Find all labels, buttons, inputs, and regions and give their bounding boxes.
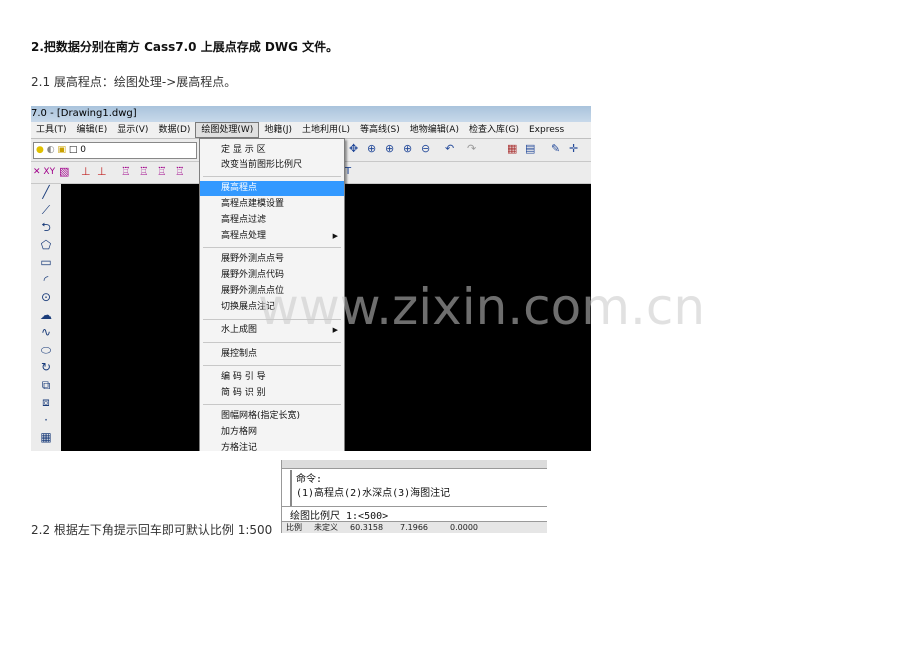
properties-icon[interactable]: ▦ xyxy=(507,139,517,159)
arc-icon[interactable]: ◜ xyxy=(31,272,61,290)
ucs-icon-2[interactable]: ♖ xyxy=(139,162,149,182)
sun-icon: ◐ xyxy=(46,145,55,155)
menu-separator xyxy=(203,404,341,405)
undo-icon[interactable]: ↶ xyxy=(445,139,454,159)
menu-drawing[interactable]: 绘图处理(W) xyxy=(195,122,260,138)
menu-tools[interactable]: 工具(T) xyxy=(31,122,72,138)
status-scale-value: 未定义 xyxy=(314,523,338,532)
zoom-realtime-icon[interactable]: ⊕ xyxy=(367,139,376,159)
tab-strip xyxy=(282,460,547,469)
pan-icon[interactable]: ✥ xyxy=(349,139,358,159)
layer-name: 0 xyxy=(80,145,86,155)
polygon-icon[interactable]: ⬠ xyxy=(31,237,61,255)
lock-icon: ▣ xyxy=(57,145,66,155)
cass-screenshot: 7.0 - [Drawing1.dwg] 工具(T) 编辑(E) 显示(V) 数… xyxy=(31,106,591,451)
zoom-previous-icon[interactable]: ⊖ xyxy=(421,139,430,159)
command-prompt: 命令: xyxy=(296,474,323,485)
make-block-icon[interactable]: ⧈ xyxy=(31,394,61,412)
menu-item-code-guide[interactable]: 编 码 引 导 xyxy=(200,370,344,385)
pen-icon[interactable]: ✎ xyxy=(551,139,560,159)
menu-feature-edit[interactable]: 地物编辑(A) xyxy=(405,122,464,138)
step-2-1-text: 2.1 展高程点：绘图处理->展高程点。 xyxy=(31,75,237,89)
menu-land-use[interactable]: 土地利用(L) xyxy=(297,122,355,138)
menu-item-field-point-positions[interactable]: 展野外测点点位 xyxy=(200,284,344,299)
menu-item-elevation-processing[interactable]: 高程点处理 ▶ xyxy=(200,229,344,244)
ellipse-icon[interactable]: ⬭ xyxy=(31,342,61,360)
polyline-icon[interactable]: ⮌ xyxy=(31,219,61,237)
point-icon[interactable]: · xyxy=(31,412,61,430)
command-options: (1)高程点(2)水深点(3)海图注记 xyxy=(296,488,451,499)
circle-icon[interactable]: ⊙ xyxy=(31,289,61,307)
status-bar: 比例 未定义 60.3158 7.1966 0.0000 xyxy=(282,521,547,533)
zoom-window-icon[interactable]: ⊕ xyxy=(385,139,394,159)
menu-item-field-point-numbers[interactable]: 展野外测点点号 xyxy=(200,252,344,267)
menu-separator xyxy=(203,319,341,320)
menu-express[interactable]: Express xyxy=(524,122,569,138)
status-coord-z: 0.0000 xyxy=(450,523,478,532)
text-tool-icon[interactable]: T xyxy=(345,162,351,182)
move-icon[interactable]: ✛ xyxy=(569,139,578,159)
ucs-icon-3[interactable]: ♖ xyxy=(157,162,167,182)
grid-icon[interactable]: ▤ xyxy=(525,139,535,159)
bulb-icon: ● xyxy=(36,145,44,155)
menu-data[interactable]: 数据(D) xyxy=(153,122,195,138)
menu-item-toggle-point-annotation[interactable]: 切换展点注记 xyxy=(200,300,344,315)
ucs-icon-4[interactable]: ♖ xyxy=(175,162,185,182)
draw-tool-palette: ╱ ⟋ ⮌ ⬠ ▭ ◜ ⊙ ☁ ∿ ⬭ ↻ ⧉ ⧈ · ▦ xyxy=(31,184,61,451)
command-input[interactable]: 绘图比例尺 1:<500> xyxy=(282,506,547,522)
menu-item-plot-control-points[interactable]: 展控制点 xyxy=(200,347,344,362)
menu-bar: 工具(T) 编辑(E) 显示(V) 数据(D) 绘图处理(W) 地籍(J) 土地… xyxy=(31,122,591,139)
menu-edit[interactable]: 编辑(E) xyxy=(72,122,113,138)
line-icon[interactable]: ╱ xyxy=(31,184,61,202)
menu-item-grid-annotation[interactable]: 方格注记 xyxy=(200,441,344,451)
menu-item-elevation-modeling-settings[interactable]: 高程点建模设置 xyxy=(200,197,344,212)
color-icon: □ xyxy=(68,145,78,155)
menu-item-plot-elevation-points[interactable]: 展高程点 xyxy=(200,181,344,196)
menu-item-elevation-filter[interactable]: 高程点过滤 xyxy=(200,213,344,228)
grid-xy-icon[interactable]: ▧ xyxy=(59,162,69,182)
construction-line-icon[interactable]: ⟋ xyxy=(31,202,61,220)
menu-separator xyxy=(203,342,341,343)
axis-z-icon[interactable]: ⊥ xyxy=(97,162,107,182)
status-coord-y: 7.1966 xyxy=(400,523,428,532)
window-title: 7.0 - [Drawing1.dwg] xyxy=(31,106,591,122)
menu-check[interactable]: 检查入库(G) xyxy=(464,122,524,138)
command-line-screenshot: 命令: (1)高程点(2)水深点(3)海图注记 绘图比例尺 1:<500> 比例… xyxy=(281,460,547,533)
zoom-in-icon[interactable]: ⊕ xyxy=(403,139,412,159)
menu-view[interactable]: 显示(V) xyxy=(112,122,153,138)
menu-item-field-point-codes[interactable]: 展野外测点代码 xyxy=(200,268,344,283)
command-history: 命令: (1)高程点(2)水深点(3)海图注记 xyxy=(290,470,547,506)
xy-icon[interactable]: ✕ XY xyxy=(33,162,55,182)
menu-item-change-scale[interactable]: 改变当前图形比例尺 xyxy=(200,158,344,173)
menu-item-shortcode-recognition[interactable]: 简 码 识 别 xyxy=(200,386,344,401)
ellipse-arc-icon[interactable]: ↻ xyxy=(31,359,61,377)
menu-item-map-grid[interactable]: 图幅网格(指定长宽) xyxy=(200,409,344,424)
menu-cadastre[interactable]: 地籍(J) xyxy=(259,122,297,138)
spline-icon[interactable]: ∿ xyxy=(31,324,61,342)
rectangle-icon[interactable]: ▭ xyxy=(31,254,61,272)
step-2-2-text: 2.2 根据左下角提示回车即可默认比例 1:500 xyxy=(31,523,273,537)
document-heading: 2.把数据分别在南方 Cass7.0 上展点存成 DWG 文件。 xyxy=(31,40,339,54)
menu-item-hydrographic-mapping[interactable]: 水上成图 ▶ xyxy=(200,323,344,338)
menu-item-add-grid[interactable]: 加方格网 xyxy=(200,425,344,440)
status-scale-label: 比例 xyxy=(286,523,302,532)
menu-item-set-display-area[interactable]: 定 显 示 区 xyxy=(200,143,344,158)
menu-separator xyxy=(203,247,341,248)
hatch-icon[interactable]: ▦ xyxy=(31,429,61,447)
layer-dropdown[interactable]: ● ◐ ▣ □ 0 xyxy=(33,142,197,159)
submenu-arrow-icon: ▶ xyxy=(332,232,338,240)
ucs-icon-1[interactable]: ♖ xyxy=(121,162,131,182)
insert-block-icon[interactable]: ⧉ xyxy=(31,377,61,395)
menu-separator xyxy=(203,365,341,366)
axis-y-icon[interactable]: ⊥ xyxy=(81,162,91,182)
scale-prompt: 绘图比例尺 1:<500> xyxy=(290,511,389,522)
drawing-menu-dropdown: 定 显 示 区 改变当前图形比例尺 展高程点 高程点建模设置 高程点过滤 高程点… xyxy=(199,138,345,451)
status-coord-x: 60.3158 xyxy=(350,523,384,532)
redo-icon[interactable]: ↷ xyxy=(467,139,476,159)
revcloud-icon[interactable]: ☁ xyxy=(31,307,61,325)
menu-separator xyxy=(203,176,341,177)
menu-contour[interactable]: 等高线(S) xyxy=(355,122,405,138)
submenu-arrow-icon: ▶ xyxy=(332,326,338,334)
